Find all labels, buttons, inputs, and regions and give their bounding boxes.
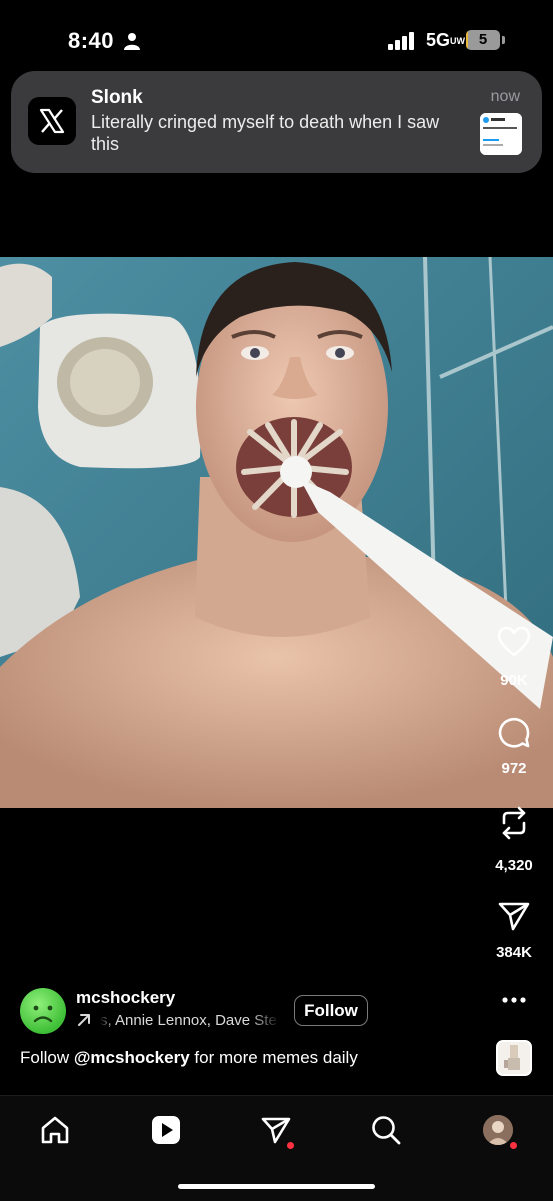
- like-count: 90K: [500, 672, 528, 689]
- messages-badge: [287, 1142, 294, 1149]
- signal-icon: [388, 32, 414, 50]
- notification-banner[interactable]: Slonk now Literally cringed myself to de…: [11, 71, 542, 173]
- like-button[interactable]: [494, 622, 534, 662]
- comment-count: 972: [501, 760, 527, 777]
- post-photo[interactable]: [0, 257, 553, 808]
- person-icon: [124, 33, 140, 50]
- battery-level: 5: [478, 31, 488, 48]
- reels-icon: [152, 1116, 180, 1144]
- heart-icon: [497, 626, 531, 657]
- nav-messages[interactable]: [256, 1110, 296, 1150]
- repost-icon: [502, 806, 526, 840]
- audio-thumbnail[interactable]: [496, 1040, 532, 1076]
- notification-thumbnail: [480, 113, 522, 155]
- audio-arrow-icon: [78, 1014, 90, 1026]
- audio-track-text[interactable]: s, Annie Lennox, Dave Ste: [100, 1012, 280, 1029]
- nav-home[interactable]: [35, 1110, 75, 1150]
- share-count: 384K: [496, 944, 532, 961]
- author-avatar[interactable]: [20, 988, 66, 1034]
- sad-face-icon: [33, 1005, 53, 1023]
- profile-badge: [510, 1142, 517, 1149]
- author-username[interactable]: mcshockery: [76, 988, 175, 1008]
- photo-illustration: [0, 257, 553, 808]
- post-caption: Follow @mcshockery for more memes daily: [20, 1048, 358, 1067]
- notification-sender: Slonk: [91, 87, 143, 108]
- status-time: 8:40: [68, 28, 115, 53]
- comment-bubble-icon: [498, 717, 530, 748]
- repost-button[interactable]: [494, 803, 534, 843]
- nav-search[interactable]: [366, 1110, 406, 1150]
- nav-profile[interactable]: [478, 1110, 518, 1150]
- x-logo-icon: [28, 97, 76, 145]
- home-icon: [41, 1116, 69, 1144]
- nav-reels[interactable]: [146, 1110, 186, 1150]
- notification-time: now: [490, 88, 520, 105]
- network-label: 5GUW: [426, 30, 466, 50]
- notification-message: Literally cringed myself to death when I…: [91, 112, 440, 154]
- home-indicator: [178, 1184, 375, 1189]
- comment-button[interactable]: [494, 713, 534, 753]
- follow-button[interactable]: Follow: [294, 995, 368, 1026]
- more-options-button[interactable]: [496, 988, 532, 1012]
- send-icon: [498, 902, 530, 931]
- repost-count: 4,320: [495, 857, 533, 874]
- battery-icon: 5: [466, 30, 506, 50]
- share-button[interactable]: [494, 896, 534, 936]
- more-dots-icon: [502, 997, 526, 1003]
- search-icon: [372, 1116, 401, 1145]
- messages-icon: [261, 1117, 291, 1144]
- caption-mention[interactable]: @mcshockery: [74, 1048, 190, 1067]
- profile-avatar: [483, 1115, 513, 1145]
